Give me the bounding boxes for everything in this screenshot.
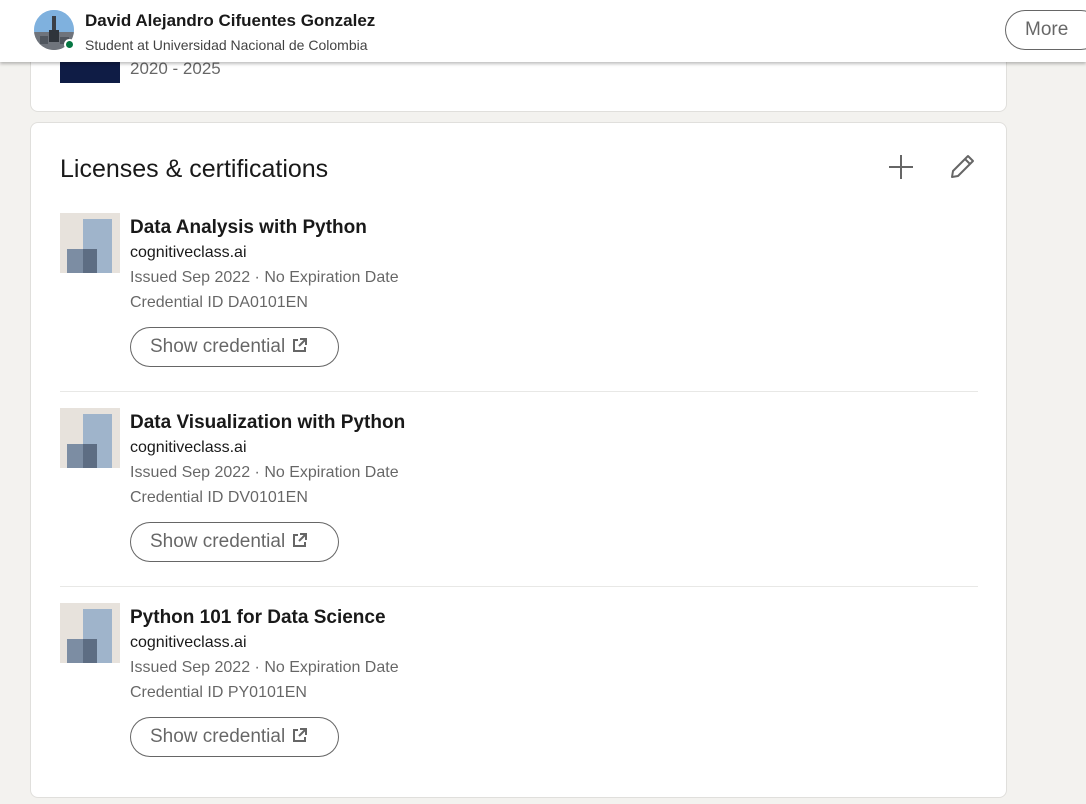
certification-list: Data Analysis with Python cognitiveclass…	[60, 206, 978, 791]
profile-name: David Alejandro Cifuentes Gonzalez	[85, 11, 376, 30]
certification-name: Python 101 for Data Science	[130, 607, 386, 628]
certification-issuer: cognitiveclass.ai	[130, 439, 247, 456]
profile-headline: Student at Universidad Nacional de Colom…	[85, 37, 368, 53]
show-credential-button[interactable]: Show credential	[130, 327, 339, 367]
pencil-icon	[951, 155, 974, 178]
school-logo[interactable]	[60, 59, 120, 83]
certification-issued-date: Issued Sep 2022 · No Expiration Date	[130, 659, 399, 676]
credential-id: Credential ID DA0101EN	[130, 294, 308, 311]
external-link-icon	[291, 532, 308, 549]
issuer-logo[interactable]	[60, 603, 120, 663]
show-credential-label: Show credential	[150, 726, 286, 747]
education-dates: 2020 - 2025	[130, 59, 221, 78]
sticky-profile-header: David Alejandro Cifuentes Gonzalez Stude…	[0, 0, 1086, 62]
certification-name: Data Analysis with Python	[130, 217, 367, 238]
licenses-certifications-card: Licenses & certifications Data Analysis …	[30, 122, 1007, 798]
issuer-logo[interactable]	[60, 408, 120, 468]
certification-item: Data Analysis with Python cognitiveclass…	[60, 206, 978, 401]
show-credential-button[interactable]: Show credential	[130, 717, 339, 757]
show-credential-label: Show credential	[150, 336, 286, 357]
external-link-icon	[291, 337, 308, 354]
profile-avatar[interactable]	[34, 10, 76, 52]
add-license-button[interactable]	[881, 147, 921, 187]
show-credential-button[interactable]: Show credential	[130, 522, 339, 562]
certification-issuer: cognitiveclass.ai	[130, 634, 247, 651]
external-link-icon	[291, 727, 308, 744]
certification-issuer: cognitiveclass.ai	[130, 244, 247, 261]
plus-icon	[889, 155, 913, 179]
section-title: Licenses & certifications	[60, 155, 329, 183]
certification-issued-date: Issued Sep 2022 · No Expiration Date	[130, 269, 399, 286]
credential-id: Credential ID DV0101EN	[130, 489, 308, 506]
certification-item: Python 101 for Data Science cognitivecla…	[60, 596, 978, 791]
show-credential-label: Show credential	[150, 531, 286, 552]
more-button[interactable]: More	[1005, 10, 1086, 50]
issuer-logo[interactable]	[60, 213, 120, 273]
certification-issued-date: Issued Sep 2022 · No Expiration Date	[130, 464, 399, 481]
certification-name: Data Visualization with Python	[130, 412, 406, 433]
credential-id: Credential ID PY0101EN	[130, 684, 307, 701]
certification-item: Data Visualization with Python cognitive…	[60, 401, 978, 596]
online-status-dot	[64, 39, 75, 50]
edit-licenses-button[interactable]	[942, 147, 982, 187]
